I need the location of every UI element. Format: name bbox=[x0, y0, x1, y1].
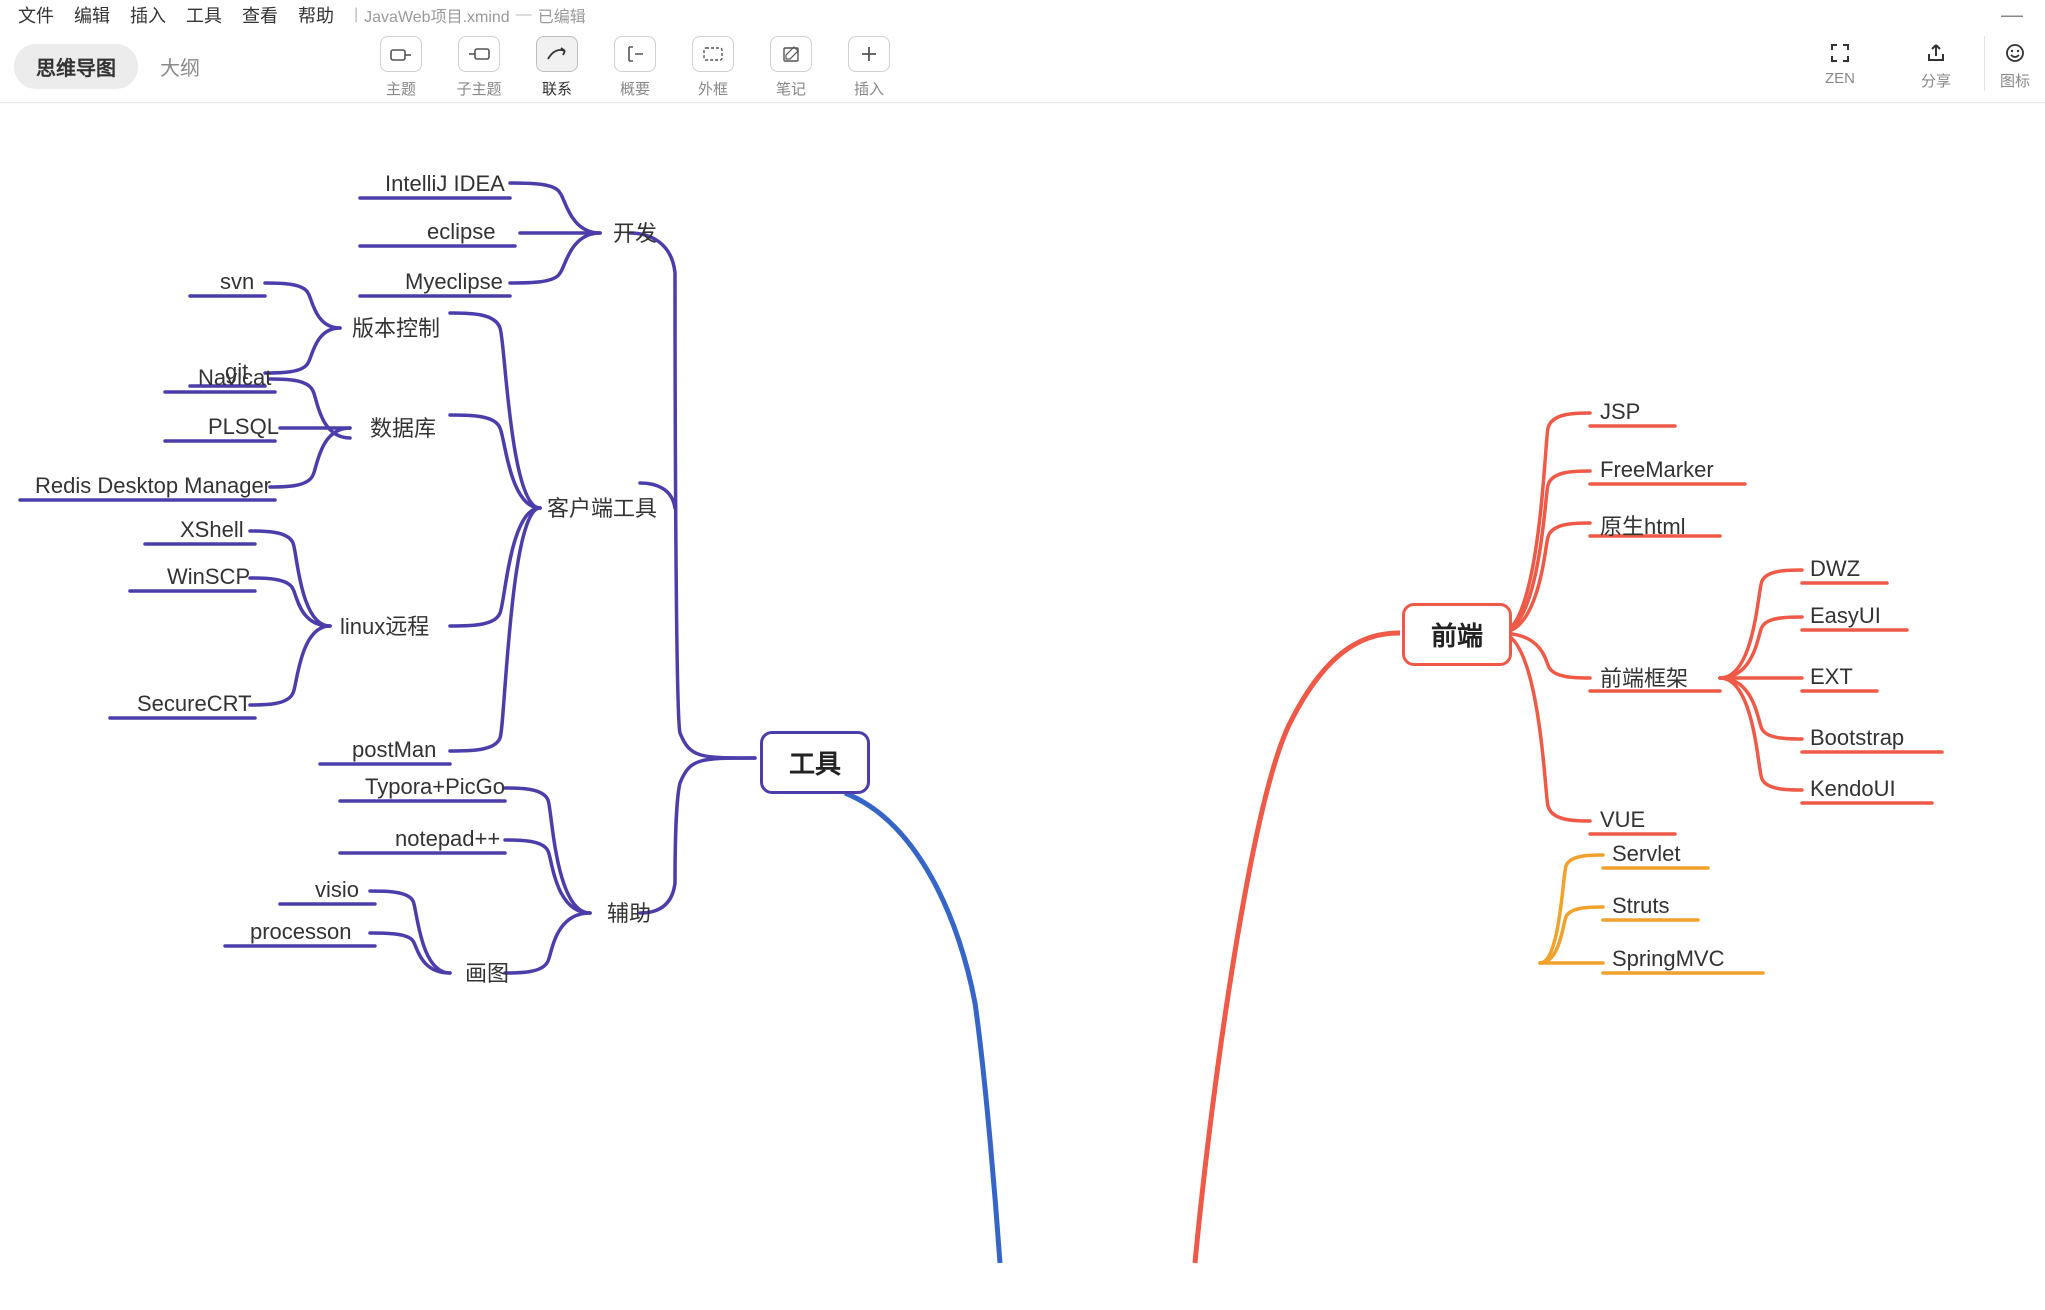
node-jsp[interactable]: JSP bbox=[1600, 399, 1640, 425]
node-draw[interactable]: 画图 bbox=[465, 956, 509, 988]
node-struts[interactable]: Struts bbox=[1612, 893, 1669, 919]
node-servlet[interactable]: Servlet bbox=[1612, 841, 1680, 867]
topic-frontend[interactable]: 前端 bbox=[1402, 603, 1512, 666]
node-plsql[interactable]: PLSQL bbox=[208, 414, 279, 440]
toolbar-group-right: ZEN 分享 图标 bbox=[1792, 30, 2045, 108]
menu-tools[interactable]: 工具 bbox=[176, 0, 232, 32]
document-status: 已编辑 bbox=[538, 3, 586, 27]
node-svn[interactable]: svn bbox=[220, 269, 254, 295]
node-ext[interactable]: EXT bbox=[1810, 664, 1853, 690]
node-notepad[interactable]: notepad++ bbox=[395, 826, 500, 852]
toolbar-group-main: 主题 子主题 联系 概要 外框 笔记 插入 bbox=[362, 30, 908, 99]
subtopic-icon bbox=[458, 36, 500, 72]
node-fw[interactable]: 前端框架 bbox=[1600, 661, 1688, 693]
tab-outline[interactable]: 大纲 bbox=[138, 44, 222, 89]
menu-edit[interactable]: 编辑 bbox=[64, 0, 120, 32]
node-vcs[interactable]: 版本控制 bbox=[352, 311, 440, 343]
node-myeclipse[interactable]: Myeclipse bbox=[405, 269, 503, 295]
toolbar-insert-button[interactable]: 插入 bbox=[830, 30, 908, 99]
node-redis[interactable]: Redis Desktop Manager bbox=[35, 473, 271, 499]
document-title: | JavaWeb项目.xmind — 已编辑 bbox=[354, 3, 586, 27]
menu-insert[interactable]: 插入 bbox=[120, 0, 176, 32]
node-securecrt[interactable]: SecureCRT bbox=[137, 691, 252, 717]
menu-file[interactable]: 文件 bbox=[8, 0, 64, 32]
node-processon[interactable]: processon bbox=[250, 919, 352, 945]
node-winscp[interactable]: WinSCP bbox=[167, 564, 250, 590]
topic-tools[interactable]: 工具 bbox=[760, 731, 870, 794]
toolbar-subtopic-button[interactable]: 子主题 bbox=[440, 30, 518, 99]
relationship-icon bbox=[536, 36, 578, 72]
node-db[interactable]: 数据库 bbox=[370, 411, 436, 443]
node-intellij[interactable]: IntelliJ IDEA bbox=[385, 171, 505, 197]
document-name: JavaWeb项目.xmind bbox=[364, 3, 510, 27]
node-dev[interactable]: 开发 bbox=[613, 216, 657, 248]
fullscreen-icon bbox=[1829, 36, 1851, 70]
toolbar-share-button[interactable]: 分享 bbox=[1888, 36, 1984, 91]
toolbar-boundary-button[interactable]: 外框 bbox=[674, 30, 752, 99]
node-linux[interactable]: linux远程 bbox=[340, 609, 429, 641]
node-aux[interactable]: 辅助 bbox=[607, 896, 651, 928]
summary-icon bbox=[614, 36, 656, 72]
mindmap-connectors bbox=[0, 103, 2045, 1310]
node-typora[interactable]: Typora+PicGo bbox=[365, 774, 505, 800]
menu-help[interactable]: 帮助 bbox=[288, 0, 344, 32]
toolbar-summary-button[interactable]: 概要 bbox=[596, 30, 674, 99]
toolbar-zen-button[interactable]: ZEN bbox=[1792, 36, 1888, 87]
toolbar-theme-button[interactable]: 主题 bbox=[362, 30, 440, 99]
window-minimize-button[interactable]: — bbox=[1987, 2, 2037, 28]
view-toggle: 思维导图 大纲 bbox=[14, 44, 222, 89]
theme-icon bbox=[380, 36, 422, 72]
node-freemarker[interactable]: FreeMarker bbox=[1600, 457, 1714, 483]
node-easyui[interactable]: EasyUI bbox=[1810, 603, 1881, 629]
boundary-icon bbox=[692, 36, 734, 72]
node-rawhtml[interactable]: 原生html bbox=[1600, 509, 1686, 541]
mindmap-canvas[interactable]: 工具 前端 开发 IntelliJ IDEA eclipse Myeclipse… bbox=[0, 103, 2045, 1310]
node-client-tools[interactable]: 客户端工具 bbox=[547, 491, 657, 523]
tab-mindmap[interactable]: 思维导图 bbox=[14, 44, 138, 89]
toolbar-icons-button[interactable]: 图标 bbox=[1984, 36, 2045, 91]
toolbar-relationship-button[interactable]: 联系 bbox=[518, 30, 596, 99]
node-eclipse[interactable]: eclipse bbox=[427, 219, 495, 245]
node-springmvc[interactable]: SpringMVC bbox=[1612, 946, 1724, 972]
node-postman[interactable]: postMan bbox=[352, 737, 436, 763]
node-vue[interactable]: VUE bbox=[1600, 807, 1645, 833]
menu-bar: 文件 编辑 插入 工具 查看 帮助 | JavaWeb项目.xmind — 已编… bbox=[0, 0, 2045, 30]
toolbar: 思维导图 大纲 主题 子主题 联系 概要 外框 笔记 插入 bbox=[0, 30, 2045, 103]
node-navicat[interactable]: Navicat bbox=[198, 365, 271, 391]
plus-icon bbox=[848, 36, 890, 72]
node-kendoui[interactable]: KendoUI bbox=[1810, 776, 1896, 802]
toolbar-notes-button[interactable]: 笔记 bbox=[752, 30, 830, 99]
node-xshell[interactable]: XShell bbox=[180, 517, 244, 543]
menu-view[interactable]: 查看 bbox=[232, 0, 288, 32]
notes-icon bbox=[770, 36, 812, 72]
emoji-icon bbox=[2004, 36, 2026, 70]
node-dwz[interactable]: DWZ bbox=[1810, 556, 1860, 582]
node-visio[interactable]: visio bbox=[315, 877, 359, 903]
node-bootstrap[interactable]: Bootstrap bbox=[1810, 725, 1904, 751]
share-icon bbox=[1925, 36, 1947, 70]
